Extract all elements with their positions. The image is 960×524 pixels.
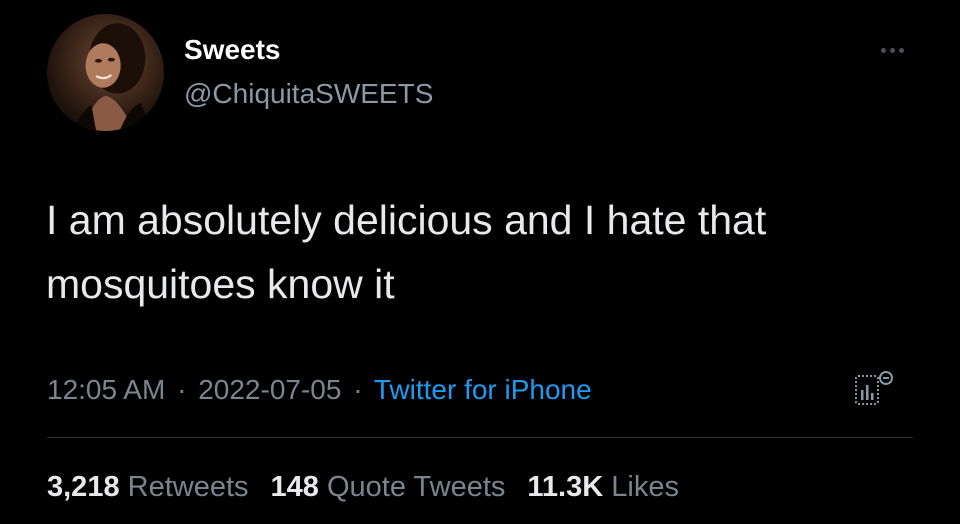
retweets-stat[interactable]: 3,218 Retweets (47, 467, 249, 507)
display-name[interactable]: Sweets (184, 32, 281, 68)
quote-tweets-stat[interactable]: 148 Quote Tweets (271, 467, 506, 507)
tweet-stats: 3,218 Retweets 148 Quote Tweets 11.3K Li… (47, 467, 679, 507)
likes-stat[interactable]: 11.3K Likes (527, 467, 679, 507)
divider (47, 437, 913, 438)
tweet-source-link[interactable]: Twitter for iPhone (374, 374, 592, 405)
meta-separator: · (177, 374, 187, 405)
likes-count: 11.3K (527, 471, 604, 503)
more-dot (889, 47, 895, 53)
analytics-icon[interactable] (850, 368, 902, 412)
tweet-card: Sweets @ChiquitaSWEETS I am absolutely d… (0, 0, 960, 524)
likes-label: Likes (611, 471, 679, 503)
tweet-time[interactable]: 12:05 AM (47, 374, 165, 405)
retweets-count: 3,218 (47, 471, 120, 503)
more-dot (898, 47, 904, 53)
retweets-label: Retweets (127, 471, 249, 503)
tweet-text: I am absolutely delicious and I hate tha… (46, 197, 767, 307)
user-handle[interactable]: @ChiquitaSWEETS (184, 76, 433, 112)
analytics-icon-graphic (855, 371, 893, 405)
more-dot (880, 47, 886, 53)
avatar-photo (72, 23, 153, 131)
tweet-meta: 12:05 AM · 2022-07-05 · Twitter for iPho… (47, 370, 592, 410)
tweet-date[interactable]: 2022-07-05 (198, 374, 341, 405)
more-dots-icon[interactable] (872, 38, 912, 62)
quote-tweets-count: 148 (270, 471, 319, 503)
avatar[interactable] (47, 14, 164, 131)
quote-tweets-label: Quote Tweets (326, 471, 506, 503)
meta-separator: · (353, 374, 363, 405)
